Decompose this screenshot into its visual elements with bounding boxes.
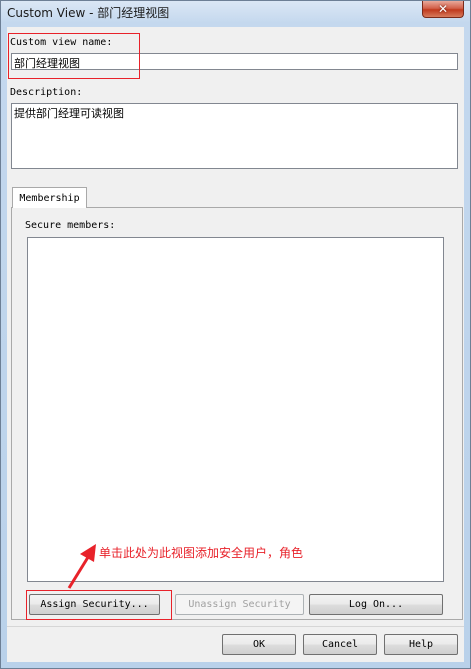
cancel-button[interactable]: Cancel	[303, 634, 377, 655]
title-bar[interactable]: Custom View - 部门经理视图 ✕	[1, 1, 470, 23]
secure-members-list[interactable]	[27, 237, 444, 582]
log-on-button[interactable]: Log On...	[309, 594, 443, 615]
divider	[7, 626, 464, 627]
tab-membership[interactable]: Membership	[12, 187, 87, 208]
annotation-arrow-icon	[67, 544, 96, 589]
annotation-text: 单击此处为此视图添加安全用户，角色	[99, 546, 304, 560]
highlight-box-name	[8, 33, 140, 79]
window-title: Custom View - 部门经理视图	[7, 6, 170, 20]
help-button[interactable]: Help	[384, 634, 458, 655]
custom-view-dialog: Custom View - 部门经理视图 ✕ Custom view name:…	[0, 0, 471, 669]
close-icon: ✕	[437, 2, 449, 16]
secure-members-label: Secure members:	[25, 220, 116, 231]
highlight-box-assign	[26, 590, 172, 620]
ok-button[interactable]: OK	[222, 634, 296, 655]
close-button[interactable]: ✕	[422, 1, 464, 18]
description-textarea[interactable]: 提供部门经理可读视图	[11, 103, 458, 169]
dialog-body: Custom view name: 部门经理视图 Description: 提供…	[7, 27, 464, 662]
unassign-security-button[interactable]: Unassign Security	[175, 594, 304, 615]
description-label: Description:	[10, 87, 83, 98]
